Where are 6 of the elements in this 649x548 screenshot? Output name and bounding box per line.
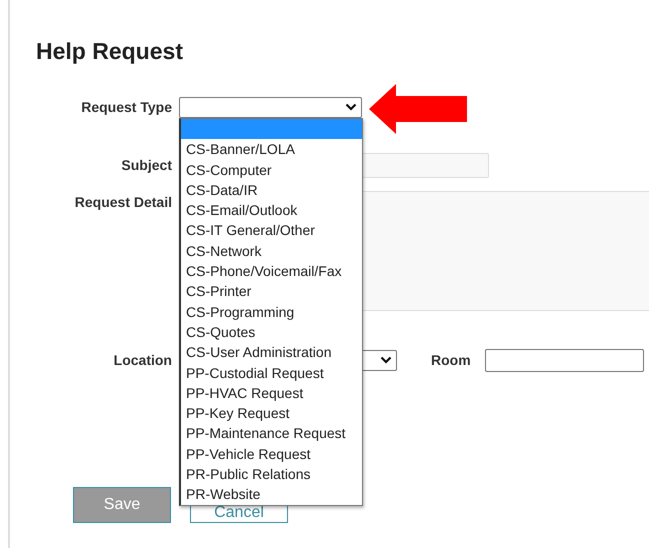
field-label: Location: [112, 350, 172, 370]
field-label: Request Detail: [74, 192, 172, 212]
field-label: Room: [431, 350, 471, 370]
field-label: Request Type: [80, 98, 172, 117]
field-label: Subject: [120, 156, 172, 175]
page-title: Help Request: [36, 38, 184, 66]
